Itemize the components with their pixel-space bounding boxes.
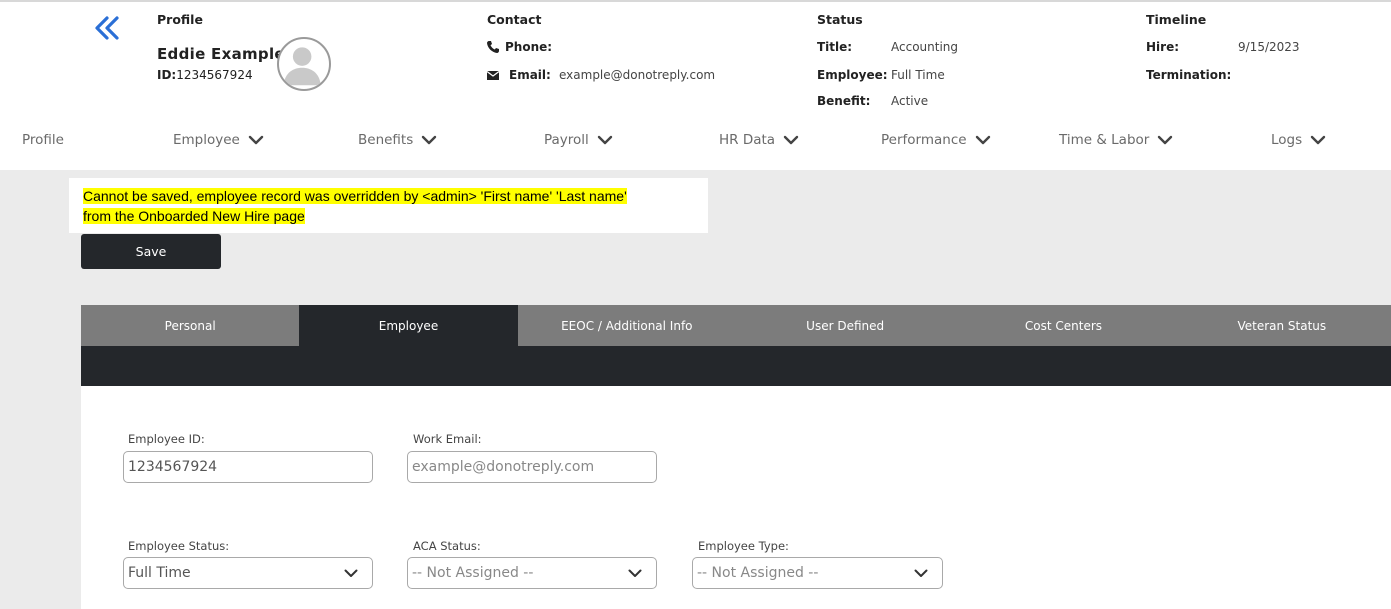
tab-cost-centers[interactable]: Cost Centers	[954, 305, 1172, 346]
tab-personal[interactable]: Personal	[81, 305, 299, 346]
chevron-down-icon	[914, 569, 928, 577]
nav-performance[interactable]: Performance	[881, 132, 991, 148]
nav-payroll[interactable]: Payroll	[544, 132, 613, 148]
aca-status-field-label: ACA Status:	[413, 539, 481, 553]
nav-hr-data[interactable]: HR Data	[719, 132, 799, 148]
nav-profile[interactable]: Profile	[22, 132, 64, 148]
timeline-heading: Timeline	[1146, 12, 1207, 27]
tab-eeoc-additional-info[interactable]: EEOC / Additional Info	[518, 305, 736, 346]
email-label: Email:	[509, 68, 551, 82]
employee-status-selected: Full Time	[128, 565, 191, 581]
aca-status-selected: -- Not Assigned --	[412, 565, 534, 581]
chevron-down-icon	[1158, 135, 1173, 145]
save-button[interactable]: Save	[81, 234, 221, 269]
nav-time-labor[interactable]: Time & Labor	[1059, 132, 1173, 148]
chevron-down-icon	[1310, 135, 1326, 145]
title-value: Accounting	[891, 40, 959, 54]
email-value[interactable]: example@donotreply.com	[559, 68, 715, 82]
employee-name: Eddie Example	[157, 45, 285, 63]
termination-label: Termination:	[1146, 68, 1232, 82]
employee-id-value: 1234567924	[176, 68, 253, 82]
alert-line-2: from the Onboarded New Hire page	[83, 208, 305, 224]
benefit-label: Benefit:	[817, 94, 871, 108]
nav-logs-label: Logs	[1271, 132, 1303, 148]
tab-content-header	[81, 346, 1391, 386]
work-email-field-label: Work Email:	[413, 432, 482, 446]
employee-type-selected: -- Not Assigned --	[697, 565, 819, 581]
phone-icon	[487, 41, 499, 53]
nav-employee[interactable]: Employee	[173, 132, 264, 148]
employee-status-select[interactable]: Full Time	[123, 557, 373, 589]
title-label: Title:	[817, 40, 853, 54]
employee-id-input[interactable]: 1234567924	[123, 451, 373, 483]
employee-id-display: ID:1234567924	[157, 68, 253, 82]
benefit-value: Active	[891, 94, 929, 108]
nav-time-labor-label: Time & Labor	[1059, 132, 1150, 148]
nav-logs[interactable]: Logs	[1271, 132, 1326, 148]
nav-benefits-label: Benefits	[358, 132, 414, 148]
record-tabs: Personal Employee EEOC / Additional Info…	[81, 305, 1391, 346]
chevron-down-icon	[783, 135, 799, 145]
avatar[interactable]	[277, 37, 331, 91]
chevron-down-icon	[975, 135, 990, 145]
chevron-down-icon	[597, 135, 613, 145]
double-chevron-left-icon[interactable]	[92, 14, 124, 46]
tab-user-defined[interactable]: User Defined	[736, 305, 954, 346]
employee-form: Employee ID: 1234567924 Work Email: exam…	[81, 386, 1391, 609]
employee-type-select[interactable]: -- Not Assigned --	[692, 557, 943, 589]
nav-payroll-label: Payroll	[544, 132, 589, 148]
envelope-icon	[486, 71, 500, 80]
employee-type-field-label: Employee Type:	[698, 539, 789, 553]
aca-status-select[interactable]: -- Not Assigned --	[407, 557, 657, 589]
work-email-input[interactable]: example@donotreply.com	[407, 451, 657, 483]
chevron-down-icon	[344, 569, 358, 577]
profile-header: Profile Eddie Example ID:1234567924 Cont…	[0, 0, 1391, 170]
chevron-down-icon	[628, 569, 642, 577]
user-avatar-icon	[283, 47, 321, 86]
employee-id-field-label: Employee ID:	[128, 432, 205, 446]
chevron-down-icon	[248, 135, 264, 145]
alert-line-1: Cannot be saved, employee record was ove…	[83, 188, 627, 204]
hire-value: 9/15/2023	[1238, 40, 1300, 54]
employee-id-label: ID:	[157, 68, 177, 82]
chevron-down-icon	[422, 135, 437, 145]
status-heading: Status	[817, 12, 863, 27]
nav-benefits[interactable]: Benefits	[358, 132, 437, 148]
error-alert: Cannot be saved, employee record was ove…	[69, 178, 708, 233]
alert-message: Cannot be saved, employee record was ove…	[83, 186, 627, 226]
nav-employee-label: Employee	[173, 132, 240, 148]
employee-status-value: Full Time	[891, 68, 945, 82]
hire-label: Hire:	[1146, 40, 1180, 54]
nav-performance-label: Performance	[881, 132, 967, 148]
employee-status-field-label: Employee Status:	[128, 539, 230, 553]
tab-veteran-status[interactable]: Veteran Status	[1173, 305, 1391, 346]
nav-hr-data-label: HR Data	[719, 132, 776, 148]
profile-heading: Profile	[157, 12, 203, 27]
tab-employee[interactable]: Employee	[299, 305, 518, 346]
phone-label: Phone:	[505, 40, 553, 54]
employee-status-label: Employee:	[817, 68, 888, 82]
nav-profile-label: Profile	[22, 132, 64, 148]
contact-heading: Contact	[487, 12, 542, 27]
